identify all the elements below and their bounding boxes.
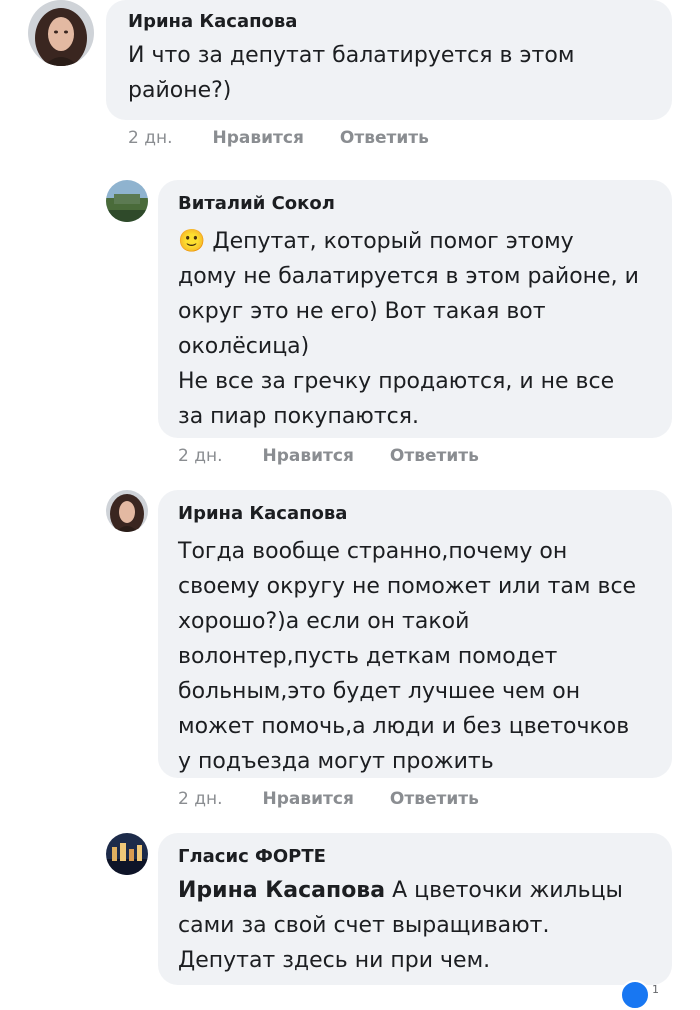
comment-actions: 2 дн. Нравится Ответить — [128, 128, 429, 148]
mention-link[interactable]: Ирина Касапова — [178, 878, 385, 903]
comment-bubble: Виталий Сокол 🙂 Депутат, который помог э… — [158, 180, 672, 438]
comment-age[interactable]: 2 дн. — [178, 446, 223, 466]
comment-bubble: Гласис ФОРТЕ Ирина Касапова А цветочки ж… — [158, 833, 672, 985]
comment-bubble: Ирина Касапова Тогда вообще странно,поче… — [158, 490, 672, 778]
reaction-count: 1 — [652, 983, 659, 996]
comment-age[interactable]: 2 дн. — [128, 128, 173, 148]
avatar-irina[interactable] — [106, 490, 148, 532]
comment-age[interactable]: 2 дн. — [178, 789, 223, 809]
comment-text: Тогда вообще странно,почему он своему ок… — [178, 539, 637, 774]
reply-button[interactable]: Ответить — [390, 446, 479, 466]
avatar-irina-image — [28, 0, 94, 66]
comment-text: Ирина Касапова А цветочки жильцы сами за… — [178, 873, 654, 978]
comment-actions: 2 дн. Нравится Ответить — [178, 789, 479, 809]
comment-author[interactable]: Ирина Касапова — [178, 502, 654, 526]
comment-author[interactable]: Гласис ФОРТЕ — [178, 845, 654, 869]
like-button[interactable]: Нравится — [263, 789, 354, 809]
avatar-irina[interactable] — [28, 0, 94, 66]
reply-button[interactable]: Ответить — [340, 128, 429, 148]
comment-author[interactable]: Виталий Сокол — [178, 192, 654, 216]
avatar-glasis-image — [106, 833, 148, 875]
comment-actions: 2 дн. Нравится Ответить — [178, 446, 479, 466]
avatar-vitaly[interactable] — [106, 180, 148, 222]
comment-text-body: Депутат, который помог этому дому не бал… — [178, 229, 639, 429]
comment-text: 🙂 Депутат, который помог этому дому не б… — [178, 224, 654, 434]
reply-button[interactable]: Ответить — [390, 789, 479, 809]
comment-text: И что за депутат балатируется в этом рай… — [128, 43, 575, 103]
like-button[interactable]: Нравится — [213, 128, 304, 148]
avatar-glasis[interactable] — [106, 833, 148, 875]
comment-author[interactable]: Ирина Касапова — [128, 10, 652, 34]
comment-bubble: Ирина Касапова И что за депутат балатиру… — [106, 0, 672, 120]
smile-emoji-icon: 🙂 — [178, 229, 206, 254]
avatar-vitaly-image — [106, 180, 148, 222]
avatar-irina-image — [106, 490, 148, 532]
like-button[interactable]: Нравится — [263, 446, 354, 466]
like-reaction-icon[interactable] — [620, 980, 650, 1010]
